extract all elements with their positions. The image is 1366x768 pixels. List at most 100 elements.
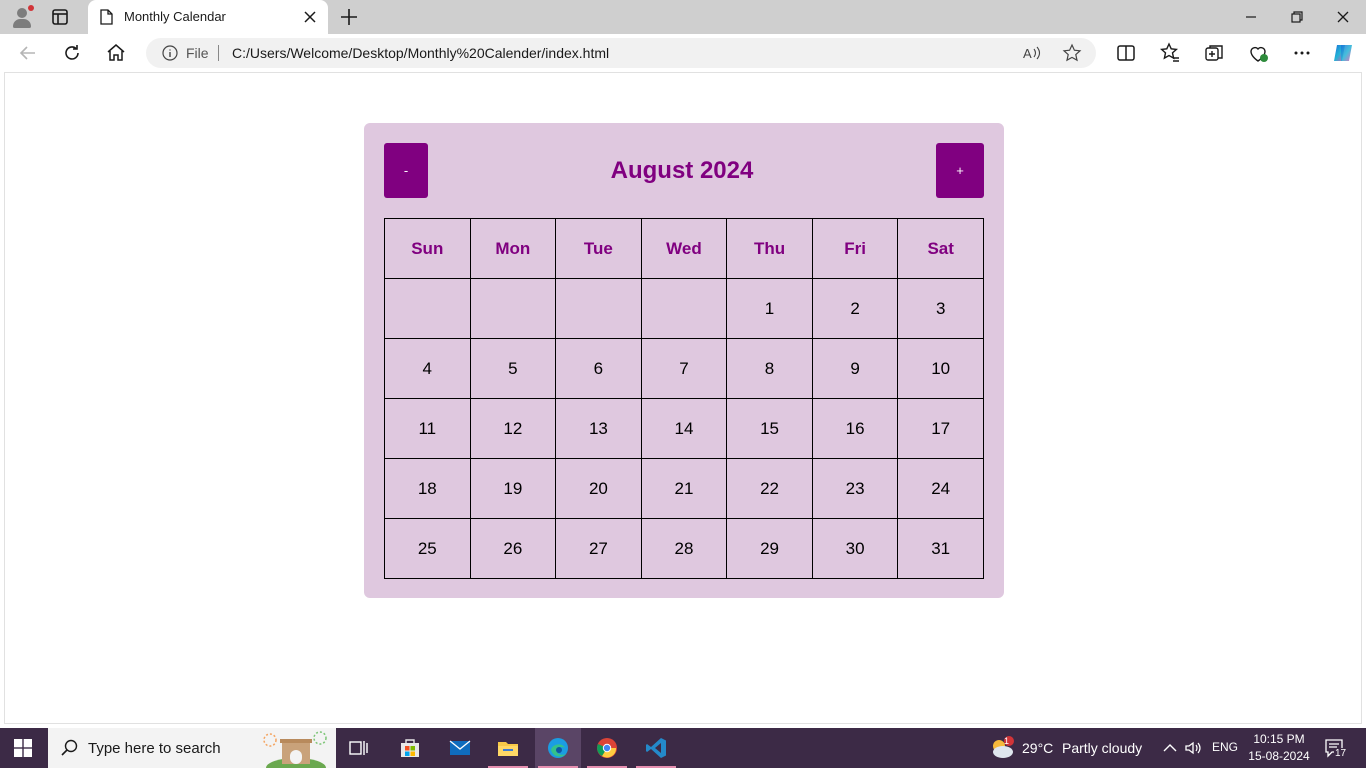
- previous-month-button[interactable]: -: [384, 143, 428, 198]
- browser-tab[interactable]: Monthly Calendar: [88, 0, 328, 34]
- scheme-label: File: [186, 45, 209, 61]
- day-cell: 22: [726, 458, 813, 519]
- close-window-icon[interactable]: [1331, 5, 1355, 29]
- weekday-header: Thu: [726, 218, 813, 279]
- day-cell: 12: [469, 398, 557, 459]
- search-placeholder: Type here to search: [88, 740, 221, 757]
- weekday-header: Fri: [811, 218, 899, 279]
- split-screen-icon[interactable]: [1114, 41, 1138, 65]
- taskbar-app-mail[interactable]: [437, 728, 483, 768]
- back-icon[interactable]: [16, 41, 40, 65]
- close-tab-icon[interactable]: [300, 7, 320, 27]
- weather-condition[interactable]: Partly cloudy: [1062, 740, 1142, 756]
- page-viewport: - August 2024 + Sun Mon Tue Wed Thu Fri …: [4, 72, 1362, 724]
- minimize-icon[interactable]: [1239, 5, 1263, 29]
- favorites-icon[interactable]: [1158, 41, 1182, 65]
- weather-icon[interactable]: [989, 736, 1015, 765]
- weather-temperature[interactable]: 29°C: [1022, 740, 1053, 756]
- microsoft-store-icon: [399, 737, 421, 759]
- page-icon: [99, 9, 113, 30]
- day-cell: [384, 278, 471, 339]
- calendar-panel: - August 2024 + Sun Mon Tue Wed Thu Fri …: [364, 123, 1004, 598]
- taskbar-app-edge[interactable]: [535, 728, 581, 768]
- weekday-header: Wed: [640, 218, 728, 279]
- day-cell: 7: [640, 338, 728, 399]
- taskbar-app-file-explorer[interactable]: [485, 728, 531, 768]
- day-cell: 13: [555, 398, 642, 459]
- browser-essentials-icon[interactable]: [1246, 41, 1270, 65]
- day-cell: [469, 278, 557, 339]
- notification-count: 17: [1334, 748, 1348, 759]
- edge-icon: [547, 737, 569, 759]
- day-cell: 15: [726, 398, 813, 459]
- calendar-grid: Sun Mon Tue Wed Thu Fri Sat 1 2 3 4 5 6 …: [384, 218, 984, 579]
- url-text[interactable]: C:/Users/Welcome/Desktop/Monthly%20Calen…: [232, 45, 609, 61]
- day-cell: 14: [640, 398, 728, 459]
- volume-icon[interactable]: [1183, 738, 1203, 763]
- favorite-star-icon[interactable]: [1062, 43, 1082, 68]
- day-cell: 26: [469, 518, 557, 579]
- restore-icon[interactable]: [1285, 5, 1309, 29]
- week-row: 11 12 13 14 15 16 17: [384, 398, 984, 459]
- address-bar[interactable]: File C:/Users/Welcome/Desktop/Monthly%20…: [146, 38, 1096, 68]
- copilot-icon[interactable]: [1331, 41, 1355, 65]
- language-indicator[interactable]: ENG: [1212, 740, 1238, 754]
- info-icon[interactable]: [162, 45, 178, 66]
- clock[interactable]: 10:15 PM 15-08-2024: [1248, 731, 1310, 765]
- task-view-button[interactable]: [336, 728, 382, 768]
- mail-icon: [449, 737, 471, 759]
- day-cell: 23: [811, 458, 899, 519]
- collections-icon[interactable]: [1202, 41, 1226, 65]
- day-cell: 6: [555, 338, 642, 399]
- day-cell: 30: [811, 518, 899, 579]
- day-cell: 9: [811, 338, 899, 399]
- week-row: 25 26 27 28 29 30 31: [384, 518, 984, 579]
- day-cell: 25: [384, 518, 471, 579]
- day-cell: 20: [555, 458, 642, 519]
- next-month-button[interactable]: +: [936, 143, 984, 198]
- weekday-header-row: Sun Mon Tue Wed Thu Fri Sat: [384, 218, 984, 279]
- taskbar-app-store[interactable]: [387, 728, 433, 768]
- clock-date: 15-08-2024: [1248, 749, 1310, 763]
- browser-tab-strip: Monthly Calendar: [0, 0, 1366, 34]
- day-cell: 21: [640, 458, 728, 519]
- month-title: August 2024: [610, 156, 754, 184]
- day-cell: 1: [726, 278, 813, 339]
- day-cell: [555, 278, 642, 339]
- day-cell: [640, 278, 728, 339]
- browser-toolbar: File C:/Users/Welcome/Desktop/Monthly%20…: [0, 34, 1366, 72]
- day-cell: 2: [811, 278, 899, 339]
- day-cell: 28: [640, 518, 728, 579]
- taskbar-app-vscode[interactable]: [633, 728, 679, 768]
- file-explorer-icon: [497, 737, 519, 759]
- weekday-header: Sun: [384, 218, 471, 279]
- chrome-icon: [596, 737, 618, 759]
- day-cell: 31: [897, 518, 984, 579]
- refresh-icon[interactable]: [60, 41, 84, 65]
- new-tab-icon[interactable]: [338, 6, 360, 28]
- week-row: 4 5 6 7 8 9 10: [384, 338, 984, 399]
- tab-title: Monthly Calendar: [124, 9, 226, 24]
- day-cell: 5: [469, 338, 557, 399]
- day-cell: 4: [384, 338, 471, 399]
- taskbar-search-box[interactable]: Type here to search: [48, 728, 336, 768]
- more-options-icon[interactable]: [1290, 41, 1314, 65]
- read-aloud-icon[interactable]: A: [1022, 43, 1042, 68]
- profile-avatar-icon[interactable]: [10, 5, 34, 29]
- home-icon[interactable]: [104, 41, 128, 65]
- day-cell: 11: [384, 398, 471, 459]
- day-cell: 18: [384, 458, 471, 519]
- weekday-header: Mon: [469, 218, 557, 279]
- tab-actions-icon[interactable]: [50, 7, 70, 27]
- search-highlight-icon: [260, 730, 332, 768]
- day-cell: 8: [726, 338, 813, 399]
- show-hidden-icons-chevron-up-icon[interactable]: [1160, 738, 1180, 763]
- day-cell: 19: [469, 458, 557, 519]
- search-icon: [60, 738, 80, 763]
- day-cell: 3: [897, 278, 984, 339]
- weather-badge: 1: [1004, 736, 1010, 746]
- windows-start-icon[interactable]: [14, 739, 32, 757]
- taskbar-app-chrome[interactable]: [584, 728, 630, 768]
- weekday-header: Sat: [897, 218, 984, 279]
- week-row: 18 19 20 21 22 23 24: [384, 458, 984, 519]
